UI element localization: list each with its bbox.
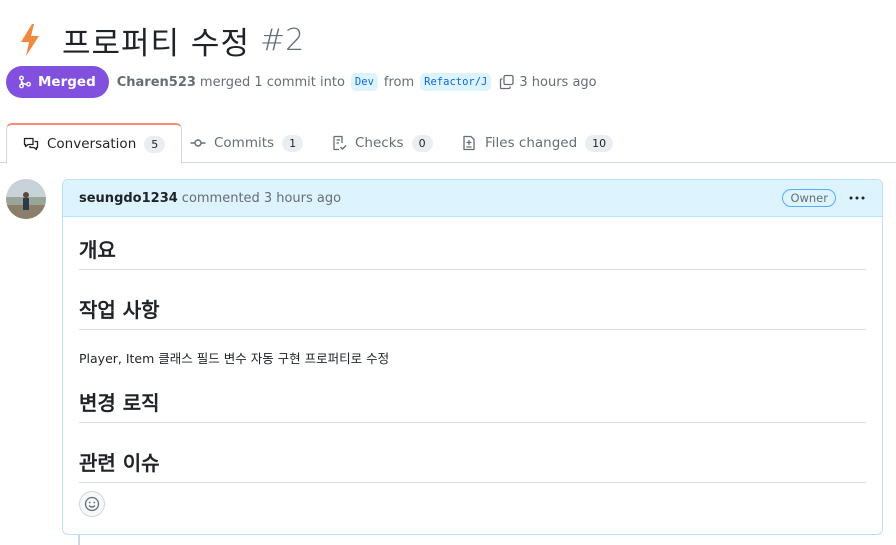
- smiley-icon: [84, 496, 100, 512]
- section-heading-work: 작업 사항: [79, 294, 866, 330]
- owner-badge: Owner: [782, 189, 836, 207]
- state-label: Merged: [38, 74, 96, 90]
- tab-counter: 10: [585, 134, 614, 152]
- pr-number: #2: [259, 22, 305, 58]
- checklist-icon: [333, 135, 347, 151]
- comment-discussion-icon: [23, 137, 39, 151]
- tab-conversation[interactable]: Conversation 5: [6, 123, 183, 164]
- tab-counter: 1: [282, 134, 304, 152]
- avatar-image: [6, 179, 46, 219]
- tab-checks[interactable]: Checks 0: [331, 123, 433, 163]
- tab-commits[interactable]: Commits 1: [190, 123, 304, 163]
- merged-text: merged 1 commit into: [199, 74, 345, 90]
- section-heading-logic: 변경 로직: [79, 387, 866, 423]
- lightning-bolt-icon: [21, 24, 39, 56]
- tab-label: Commits: [214, 135, 275, 151]
- add-reaction-button[interactable]: [79, 491, 105, 517]
- merge-author-link[interactable]: Charen523: [117, 75, 196, 90]
- merged-state-badge: Merged: [6, 66, 109, 98]
- section-text-work: Player, Item 클래스 필드 변수 자동 구현 프로퍼티로 수정: [79, 351, 390, 366]
- tab-counter: 5: [144, 135, 166, 153]
- git-merge-icon: [19, 75, 31, 89]
- base-branch[interactable]: Dev: [350, 73, 378, 91]
- pr-meta: Merged Charen523 merged 1 commit into De…: [6, 66, 597, 98]
- comment-time[interactable]: 3 hours ago: [264, 191, 341, 206]
- tab-files-changed[interactable]: Files changed 10: [461, 123, 614, 163]
- from-text: from: [383, 74, 415, 90]
- tab-label: Conversation: [47, 136, 137, 152]
- comment-body: 개요 작업 사항 Player, Item 클래스 필드 변수 자동 구현 프로…: [63, 234, 882, 483]
- comment-header: seungdo1234 commented 3 hours ago Owner: [63, 180, 882, 217]
- section-heading-overview: 개요: [79, 234, 866, 270]
- kebab-menu-icon[interactable]: [848, 189, 866, 207]
- pr-title: 프로퍼티 수정: [62, 25, 250, 62]
- timeline-line: [78, 535, 80, 545]
- avatar[interactable]: [6, 179, 46, 219]
- merge-time: 3 hours ago: [519, 74, 597, 90]
- tab-label: Files changed: [485, 135, 578, 151]
- pr-comment: seungdo1234 commented 3 hours ago Owner …: [62, 179, 883, 535]
- pr-title-row: 프로퍼티 수정 #2: [14, 16, 304, 64]
- section-heading-issues: 관련 이슈: [79, 447, 866, 483]
- tab-label: Checks: [355, 135, 404, 151]
- commit-icon: [190, 139, 206, 147]
- tab-counter: 0: [411, 134, 433, 152]
- file-diff-icon: [463, 135, 475, 151]
- comment-author-link[interactable]: seungdo1234: [79, 191, 178, 206]
- copy-icon[interactable]: [499, 74, 515, 90]
- comment-action: commented: [181, 190, 260, 206]
- pr-tabs: Conversation 5 Commits 1 Checks 0 Files …: [0, 123, 896, 164]
- head-branch[interactable]: Refactor/J: [420, 73, 492, 91]
